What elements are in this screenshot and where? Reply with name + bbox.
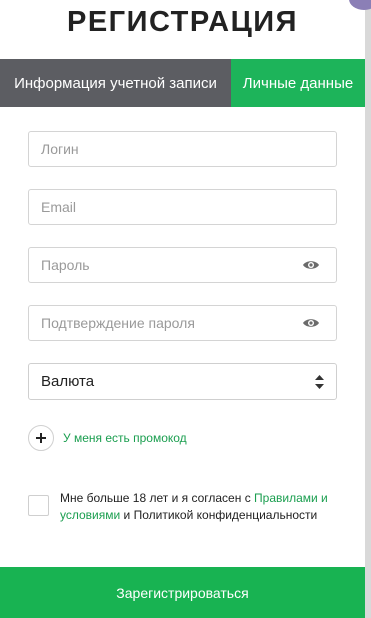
agree-checkbox[interactable]: [28, 495, 49, 516]
scroll-edge: [365, 0, 371, 618]
plus-icon[interactable]: [28, 425, 54, 451]
eye-icon[interactable]: [302, 317, 320, 329]
agreement-text-before: Мне больше 18 лет и я согласен с: [60, 491, 255, 505]
agreement-text-middle: и: [120, 508, 134, 522]
currency-select[interactable]: Валюта: [28, 363, 337, 400]
currency-selected-value: Валюта: [41, 373, 95, 390]
register-button[interactable]: Зарегистрироваться: [0, 567, 365, 618]
confirm-password-input[interactable]: [29, 315, 336, 331]
privacy-policy-text: Политикой конфиденциальности: [133, 508, 318, 522]
email-field: [28, 189, 337, 225]
registration-tabs: Информация учетной записи Личные данные: [0, 59, 365, 107]
password-input[interactable]: [29, 257, 336, 273]
sort-arrows-icon: [315, 374, 324, 389]
tab-personal-data[interactable]: Личные данные: [231, 59, 365, 107]
promo-code-label[interactable]: У меня есть промокод: [63, 431, 187, 445]
page-title: РЕГИСТРАЦИЯ: [66, 6, 298, 38]
promo-code-toggle[interactable]: У меня есть промокод: [28, 425, 187, 451]
login-input[interactable]: [29, 141, 336, 157]
email-input[interactable]: [29, 199, 336, 215]
login-field: [28, 131, 337, 167]
eye-icon[interactable]: [302, 259, 320, 271]
confirm-password-field: [28, 305, 337, 341]
agreement-text: Мне больше 18 лет и я согласен с Правила…: [60, 490, 360, 524]
tab-account-info[interactable]: Информация учетной записи: [0, 59, 231, 107]
password-field: [28, 247, 337, 283]
